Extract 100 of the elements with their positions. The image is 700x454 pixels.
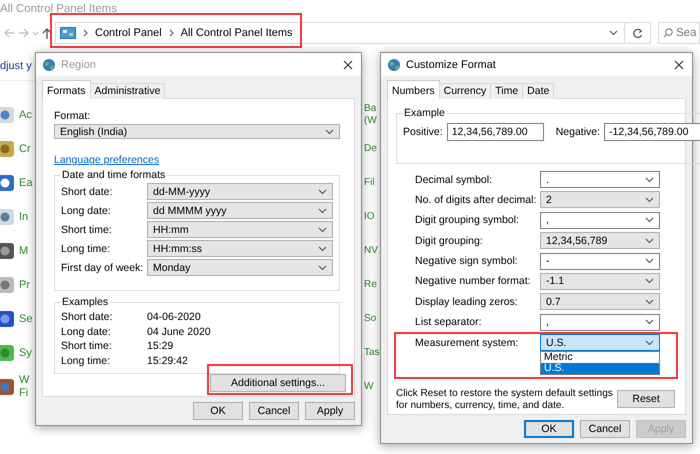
item-link[interactable]: Se bbox=[19, 312, 32, 326]
dropdown-list[interactable]: Metric U.S. bbox=[540, 351, 660, 376]
example-value: 04 June 2020 bbox=[147, 326, 212, 338]
dropdown[interactable]: 2 bbox=[540, 191, 660, 208]
chevron-down-icon bbox=[318, 264, 327, 270]
item-link[interactable]: Fil bbox=[364, 177, 375, 189]
tile-icon[interactable] bbox=[0, 241, 15, 261]
dropdown[interactable]: dd-MM-yyyy bbox=[147, 183, 333, 200]
dropdown-option[interactable]: Metric bbox=[541, 352, 659, 364]
item-link[interactable]: Ba bbox=[364, 103, 376, 115]
chevron-down-icon bbox=[645, 278, 654, 284]
globe-icon bbox=[387, 58, 401, 72]
dropdown-option[interactable]: U.S. bbox=[541, 363, 659, 374]
dropdown[interactable]: HH:mm:ss bbox=[147, 240, 333, 257]
globe-icon bbox=[42, 58, 56, 72]
field-label: Short date: bbox=[61, 186, 114, 198]
tile-icon[interactable] bbox=[0, 207, 15, 227]
tile-icon[interactable] bbox=[0, 105, 15, 125]
tile-icon[interactable] bbox=[0, 275, 15, 295]
example-value: 15:29:42 bbox=[147, 354, 189, 367]
chevron-down-icon bbox=[318, 208, 327, 214]
close-icon[interactable] bbox=[343, 60, 353, 70]
item-link[interactable]: Sy bbox=[19, 346, 32, 360]
field-label: Negative: bbox=[556, 126, 600, 138]
chevron-down-icon bbox=[645, 319, 654, 326]
dropdown[interactable]: . bbox=[540, 171, 660, 188]
help-text: Click Reset to restore the system default settings for numbers, currency, time, and date. bbox=[396, 388, 614, 412]
tab[interactable]: Currency bbox=[438, 83, 492, 99]
dropdown[interactable]: HH:mm bbox=[147, 221, 333, 238]
item-link[interactable]: Pr bbox=[19, 278, 30, 292]
dropdown[interactable]: 0.7 bbox=[540, 293, 660, 310]
item-link[interactable]: Ea bbox=[19, 176, 32, 190]
item-link[interactable]: NV bbox=[364, 245, 378, 257]
dialog-button[interactable]: Cancel bbox=[249, 402, 299, 420]
dialog-button[interactable]: OK bbox=[193, 402, 243, 420]
item-link[interactable]: Cr bbox=[19, 142, 31, 156]
input-field[interactable]: 12,34,56,789.00 bbox=[446, 123, 544, 141]
input-field[interactable]: -12,34,56,789.00 bbox=[604, 123, 700, 141]
tab[interactable]: Formats bbox=[42, 80, 91, 99]
tab[interactable]: Administrative bbox=[90, 83, 166, 99]
chevron-down-icon bbox=[645, 196, 654, 203]
example-value: 04-06-2020 bbox=[147, 311, 202, 324]
tile-icon[interactable] bbox=[0, 309, 15, 329]
dropdown[interactable]: -1.1 bbox=[540, 272, 660, 290]
chevron-down-icon bbox=[645, 298, 654, 305]
group-label: Date and time formats bbox=[61, 169, 166, 181]
item-link[interactable]: De bbox=[364, 143, 377, 155]
close-icon[interactable] bbox=[674, 60, 684, 70]
dropdown[interactable]: U.S. bbox=[540, 334, 660, 352]
item-link[interactable]: So bbox=[364, 313, 376, 325]
refresh-button[interactable] bbox=[625, 22, 651, 44]
item-link[interactable]: W bbox=[364, 381, 374, 393]
item-link[interactable]: Ac bbox=[19, 108, 32, 122]
tile-icon[interactable] bbox=[0, 173, 15, 193]
up-arrow-icon[interactable] bbox=[42, 28, 52, 38]
field-label: Long time: bbox=[61, 354, 112, 367]
address-bar[interactable]: Control Panel All Control Panel Items bbox=[55, 22, 625, 44]
tab[interactable]: Time bbox=[490, 83, 524, 99]
link[interactable]: Language preferences bbox=[54, 154, 160, 166]
breadcrumb-item[interactable]: All Control Panel Items bbox=[180, 27, 293, 39]
field-label: First day of week: bbox=[61, 262, 144, 274]
tile-icon[interactable] bbox=[0, 343, 15, 363]
tile-icon[interactable] bbox=[0, 377, 15, 397]
field-label: Digit grouping symbol: bbox=[415, 214, 520, 226]
field-label: Negative sign symbol: bbox=[415, 255, 519, 268]
window-title: All Control Panel Items bbox=[0, 2, 118, 17]
item-link[interactable]: Re bbox=[364, 279, 377, 291]
item-link[interactable]: Tas bbox=[364, 347, 380, 359]
dropdown[interactable]: English (India) bbox=[54, 124, 340, 139]
tile-icon[interactable] bbox=[0, 139, 15, 159]
field-label: Negative number format: bbox=[415, 275, 532, 288]
dialog-button[interactable]: Cancel bbox=[580, 420, 630, 438]
breadcrumb-item[interactable]: Control Panel bbox=[95, 27, 162, 39]
dropdown[interactable]: , bbox=[540, 314, 660, 331]
refresh-icon bbox=[632, 28, 643, 38]
item-link[interactable]: Fi bbox=[19, 387, 30, 400]
search-field[interactable]: Sea bbox=[658, 22, 700, 44]
dialog-button[interactable]: Apply bbox=[305, 402, 355, 420]
item-link[interactable]: IO bbox=[364, 211, 375, 223]
field-label: Display leading zeros: bbox=[415, 296, 519, 308]
chevron-down-icon bbox=[645, 176, 654, 182]
dropdown[interactable]: , bbox=[540, 212, 660, 229]
reset-button[interactable]: Reset bbox=[617, 390, 675, 408]
item-link[interactable]: In bbox=[19, 210, 28, 224]
dropdown[interactable]: 12,34,56,789 bbox=[540, 232, 660, 250]
dropdown[interactable]: dd MMMM yyyy bbox=[147, 202, 333, 219]
item-link[interactable]: W bbox=[19, 374, 30, 387]
dropdown[interactable]: Monday bbox=[147, 259, 333, 276]
item-link[interactable]: (W bbox=[364, 115, 377, 127]
field-label: Format: bbox=[54, 110, 92, 122]
item-link[interactable]: M bbox=[19, 244, 28, 258]
chevron-down-icon bbox=[318, 226, 327, 232]
control-panel-icon bbox=[60, 27, 76, 39]
additional-settings-button[interactable]: Additional settings... bbox=[210, 374, 346, 392]
tab[interactable]: Date bbox=[522, 83, 554, 99]
dropdown[interactable]: - bbox=[540, 252, 660, 270]
group-label: Examples bbox=[61, 296, 110, 308]
tab[interactable]: Numbers bbox=[387, 80, 440, 99]
dialog-button[interactable]: OK bbox=[524, 420, 574, 438]
field-label: Measurement system: bbox=[415, 336, 520, 349]
